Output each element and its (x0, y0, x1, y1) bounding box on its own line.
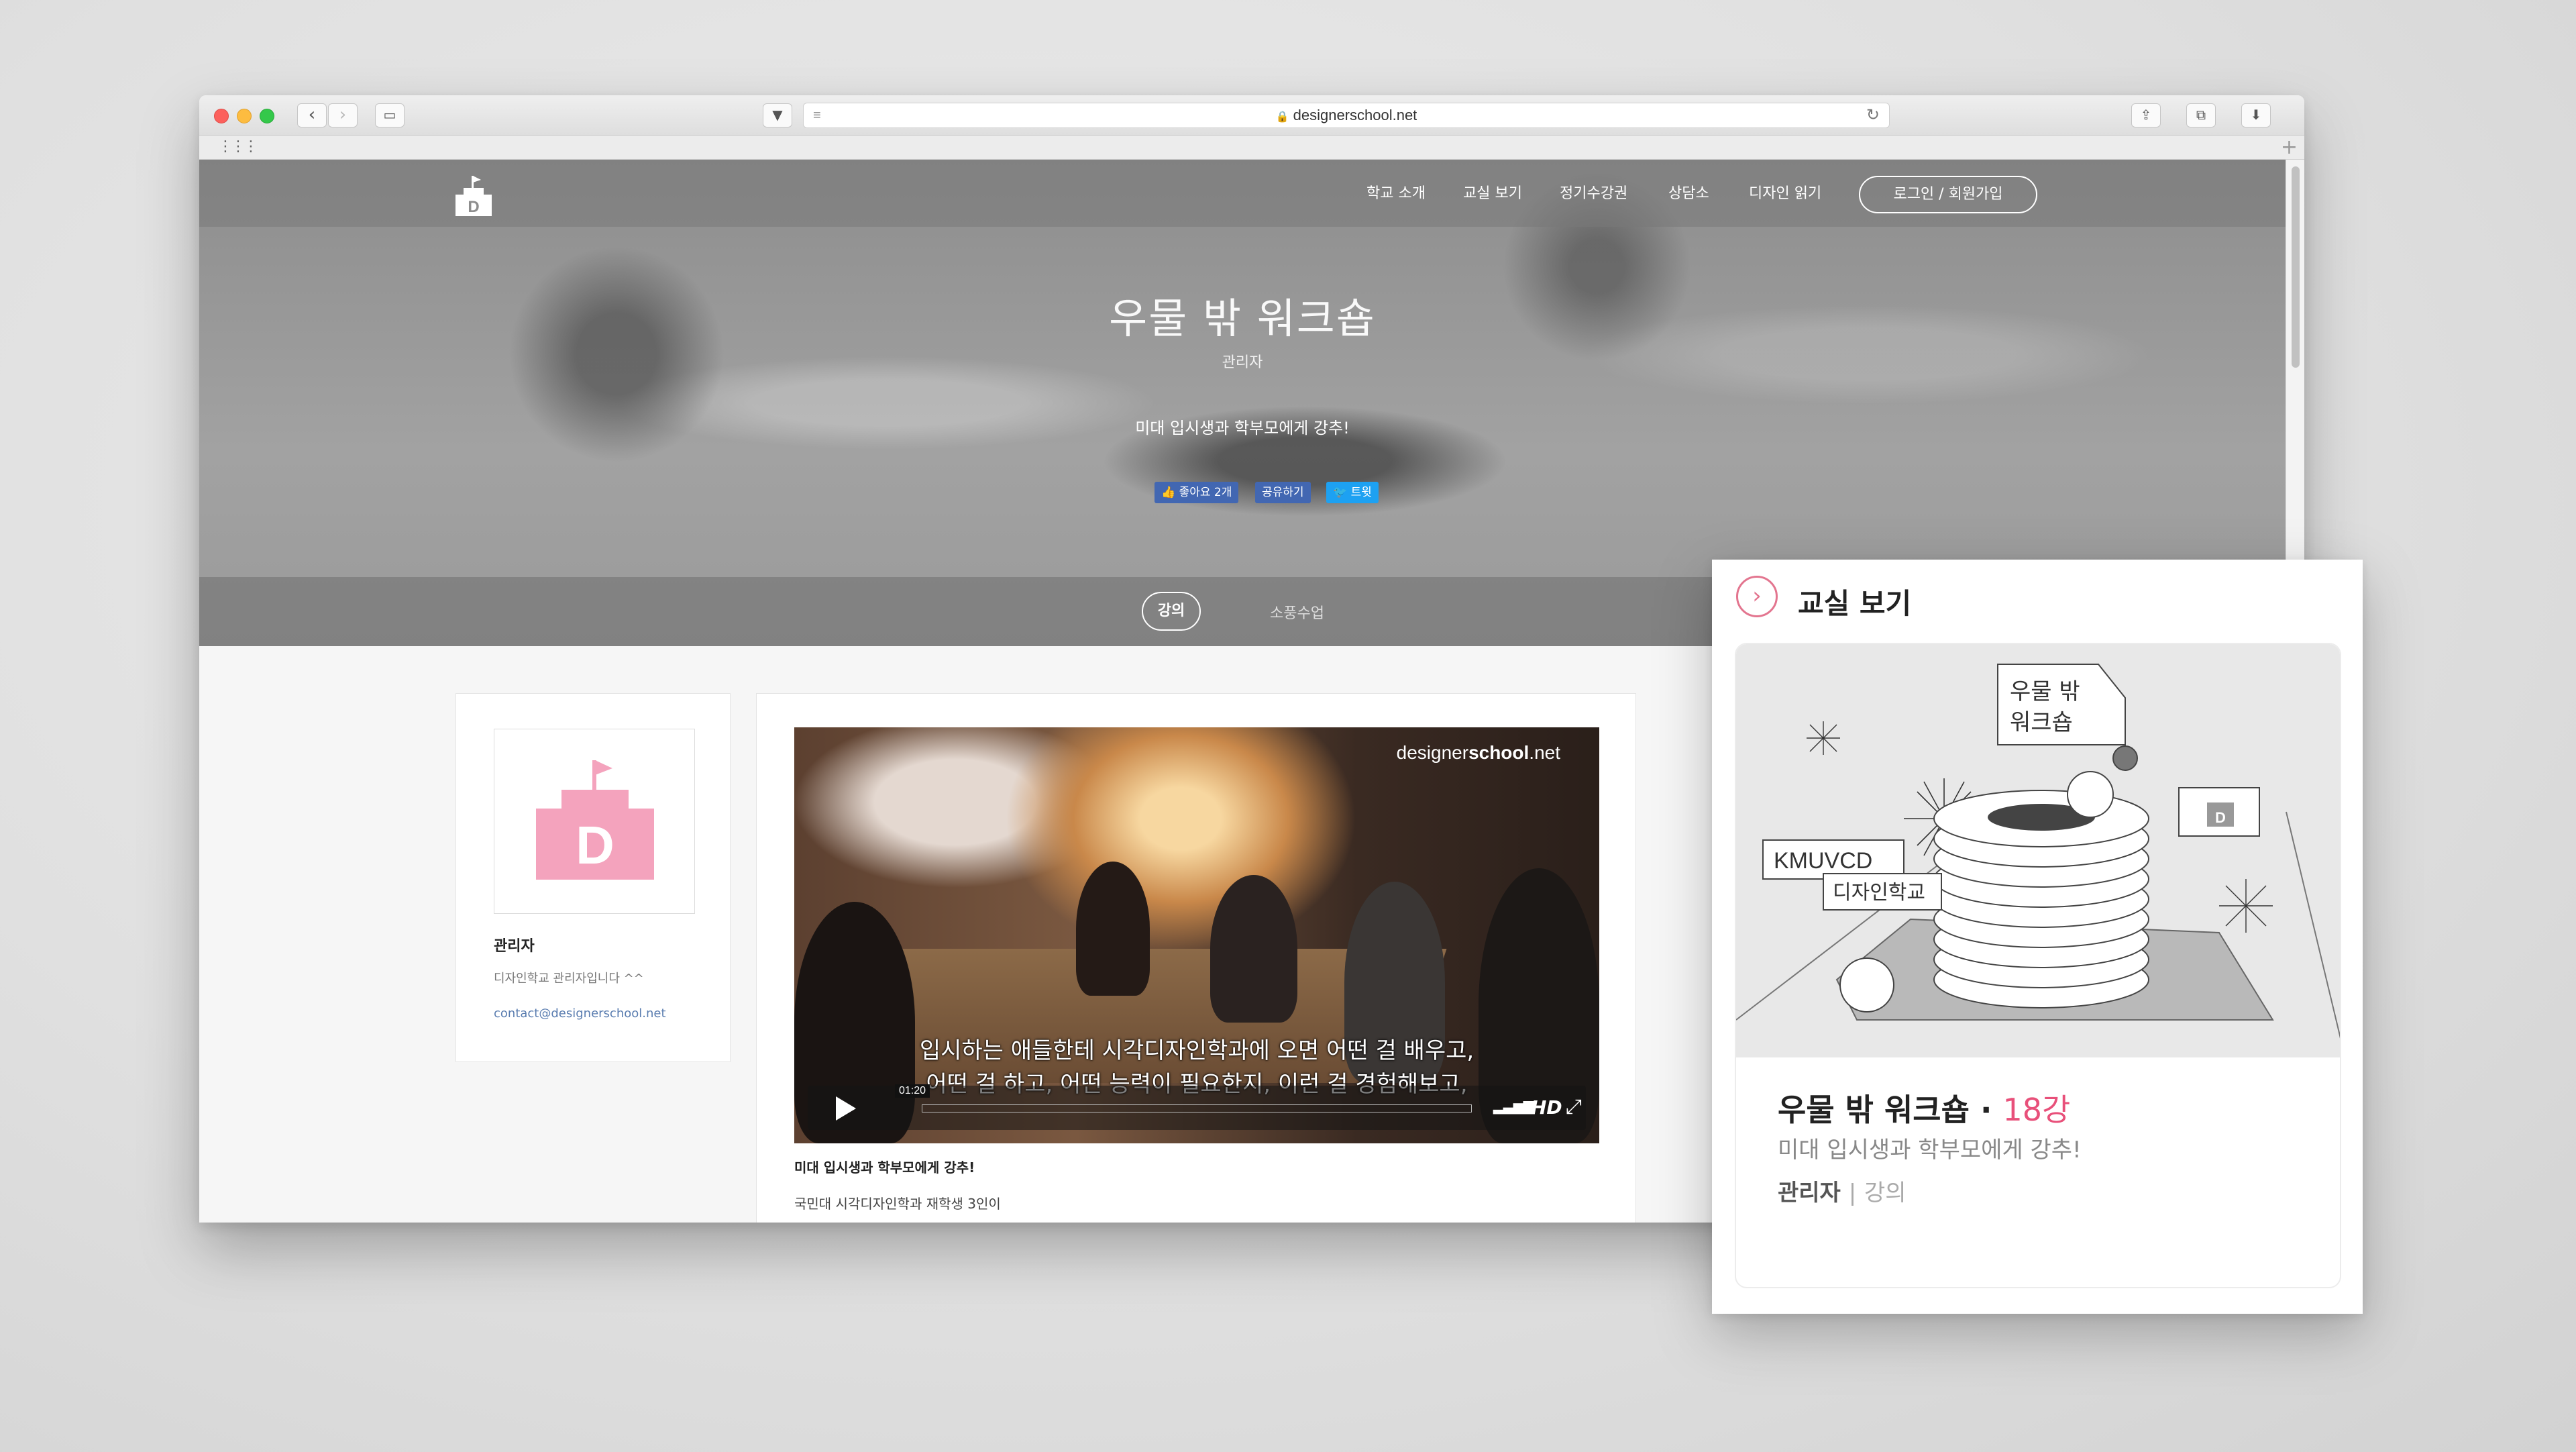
hd-button[interactable]: HD (1531, 1096, 1562, 1119)
like-label: 좋아요 2개 (1179, 486, 1232, 499)
time-tooltip: 01:20 (895, 1084, 930, 1098)
facebook-share-button[interactable]: 공유하기 (1255, 482, 1311, 503)
school-logo-icon: D (536, 760, 654, 880)
new-tab-icon[interactable]: + (2281, 136, 2298, 159)
author-card: D 관리자 디자인학교 관리자입니다 ^^ contact@designersc… (455, 693, 731, 1062)
illust-label-design: 디자인학교 (1833, 881, 1925, 904)
site-logo[interactable]: D (454, 176, 493, 216)
course-card[interactable]: 우물 밖 워크숍 KMUVCD 디자인학교 D 우물 밖 워크숍 · 18강 미… (1735, 643, 2341, 1288)
browser-toolbar: ‹ › ▭ ▼ ≡ 🔒 designerschool.net ↻ ⇪ ⧉ ⬇ (199, 95, 2304, 136)
course-title: 우물 밖 워크숍 · 18강 (1778, 1086, 2070, 1130)
minimize-window-button[interactable] (237, 109, 252, 123)
classroom-popup: › 교실 보기 우물 밖 워크숍 KMUVCD 디자인학교 D 우물 밖 워크숍… (1712, 560, 2363, 1314)
chevron-right-icon[interactable]: › (1736, 576, 1778, 617)
watermark-suffix: .net (1529, 742, 1560, 763)
illust-circle (2067, 771, 2114, 818)
tab-lecture[interactable]: 강의 (1142, 592, 1201, 631)
video-scene-person (1076, 862, 1150, 996)
facebook-like-button[interactable]: 👍 좋아요 2개 (1155, 482, 1239, 503)
close-window-button[interactable] (214, 109, 229, 123)
reload-icon[interactable]: ↻ (1866, 103, 1880, 127)
grid-icon[interactable]: ⋮⋮⋮ (218, 138, 258, 155)
author-name[interactable]: 관리자 (494, 934, 535, 955)
tab-field-class[interactable]: 소풍수업 (1270, 601, 1324, 623)
hero-description: 미대 입시생과 학부모에게 강추! (1135, 419, 1350, 437)
video-scene-person (1210, 875, 1297, 1023)
course-meta: 관리자 | 강의 (1778, 1174, 1907, 1207)
video-caption: 미대 입시생과 학부모에게 강추! (794, 1159, 975, 1176)
login-button[interactable]: 로그인 / 회원가입 (1859, 176, 2037, 213)
forward-button[interactable]: › (328, 103, 358, 127)
favorites-bar: ⋮⋮⋮ + (199, 136, 2304, 160)
svg-text:D: D (576, 815, 614, 875)
tweet-button[interactable]: 🐦 트윗 (1326, 482, 1379, 503)
watermark-bold: school (1468, 742, 1529, 763)
video-card: designerschool.net 입시하는 애들한테 시각디자인학과에 오면… (756, 693, 1636, 1223)
course-subtitle: 미대 입시생과 학부모에게 강추! (1778, 1137, 2082, 1163)
course-illustration: 우물 밖 워크숍 KMUVCD 디자인학교 D (1736, 644, 2340, 1057)
lecture-count: 18강 (2002, 1092, 2071, 1128)
thumbs-up-icon: 👍 (1161, 486, 1176, 499)
video-player[interactable]: designerschool.net 입시하는 애들한테 시각디자인학과에 오면… (794, 727, 1599, 1143)
nav-read[interactable]: 디자인 읽기 (1749, 184, 1821, 204)
course-kind: 강의 (1864, 1180, 1907, 1206)
twitter-bird-icon: 🐦 (1333, 486, 1348, 499)
back-button[interactable]: ‹ (297, 103, 327, 127)
nav-about[interactable]: 학교 소개 (1366, 184, 1426, 204)
svg-text:D: D (468, 198, 479, 216)
illust-line (2286, 811, 2340, 1039)
tweet-label: 트윗 (1350, 486, 1372, 499)
author-bio: 디자인학교 관리자입니다 ^^ (494, 972, 644, 986)
course-name: 우물 밖 워크숍 (1778, 1092, 1970, 1128)
scrollbar-thumb[interactable] (2292, 166, 2300, 368)
illust-tag-line-2: 워크숍 (2010, 709, 2073, 736)
hero-title: 우물 밖 워크숍 (1109, 294, 1376, 343)
nav-consult[interactable]: 상담소 (1668, 184, 1709, 204)
illust-circle (2112, 745, 2138, 771)
maximize-window-button[interactable] (260, 109, 274, 123)
course-author: 관리자 (1778, 1180, 1841, 1206)
subtitle-line-1: 입시하는 애들한테 시각디자인학과에 오면 어떤 걸 배우고, (919, 1037, 1474, 1064)
video-controls: 01:20 ▂▃▅▆ HD ⤢ (808, 1084, 1586, 1130)
hero-author[interactable]: 관리자 (199, 350, 2286, 372)
illust-star (1807, 721, 1840, 755)
popup-title: 교실 보기 (1798, 587, 1912, 620)
url-text: designerschool.net (1293, 107, 1417, 123)
illust-label-school: KMUVCD (1774, 848, 1872, 874)
illust-tag-line-1: 우물 밖 (2010, 678, 2080, 705)
illust-circle (1839, 957, 1894, 1013)
address-bar[interactable]: ≡ 🔒 designerschool.net ↻ (803, 103, 1890, 128)
fullscreen-icon[interactable]: ⤢ (1566, 1095, 1582, 1119)
avatar: D (494, 729, 695, 914)
nav-classroom[interactable]: 교실 보기 (1463, 184, 1522, 204)
play-icon[interactable] (836, 1096, 856, 1121)
video-watermark: designerschool.net (1397, 742, 1560, 764)
progress-bar[interactable] (922, 1104, 1472, 1112)
extension-icon[interactable]: ▼ (763, 103, 792, 127)
share-icon[interactable]: ⇪ (2131, 103, 2161, 127)
downloads-icon[interactable]: ⬇ (2241, 103, 2271, 127)
lock-icon: 🔒 (1275, 111, 1289, 123)
tabs-overview-icon[interactable]: ⧉ (2186, 103, 2216, 127)
sidebar-toggle-icon[interactable]: ▭ (375, 103, 405, 127)
watermark-text: designer (1396, 742, 1469, 763)
meta-separator: | (1848, 1180, 1857, 1206)
reader-mode-icon[interactable]: ≡ (813, 103, 821, 127)
site-header: D 학교 소개 교실 보기 정기수강권 상담소 디자인 읽기 로그인 / 회원가… (199, 160, 2286, 227)
volume-icon[interactable]: ▂▃▅▆ (1493, 1098, 1535, 1114)
illust-logo-letter: D (2215, 809, 2226, 826)
video-text: 국민대 시각디자인학과 재학생 3인이 (794, 1196, 1001, 1212)
illust-star (2219, 879, 2273, 933)
course-dot: · (1980, 1092, 1992, 1128)
author-email-link[interactable]: contact@designerschool.net (494, 1006, 666, 1021)
nav-pass[interactable]: 정기수강권 (1560, 184, 1627, 204)
